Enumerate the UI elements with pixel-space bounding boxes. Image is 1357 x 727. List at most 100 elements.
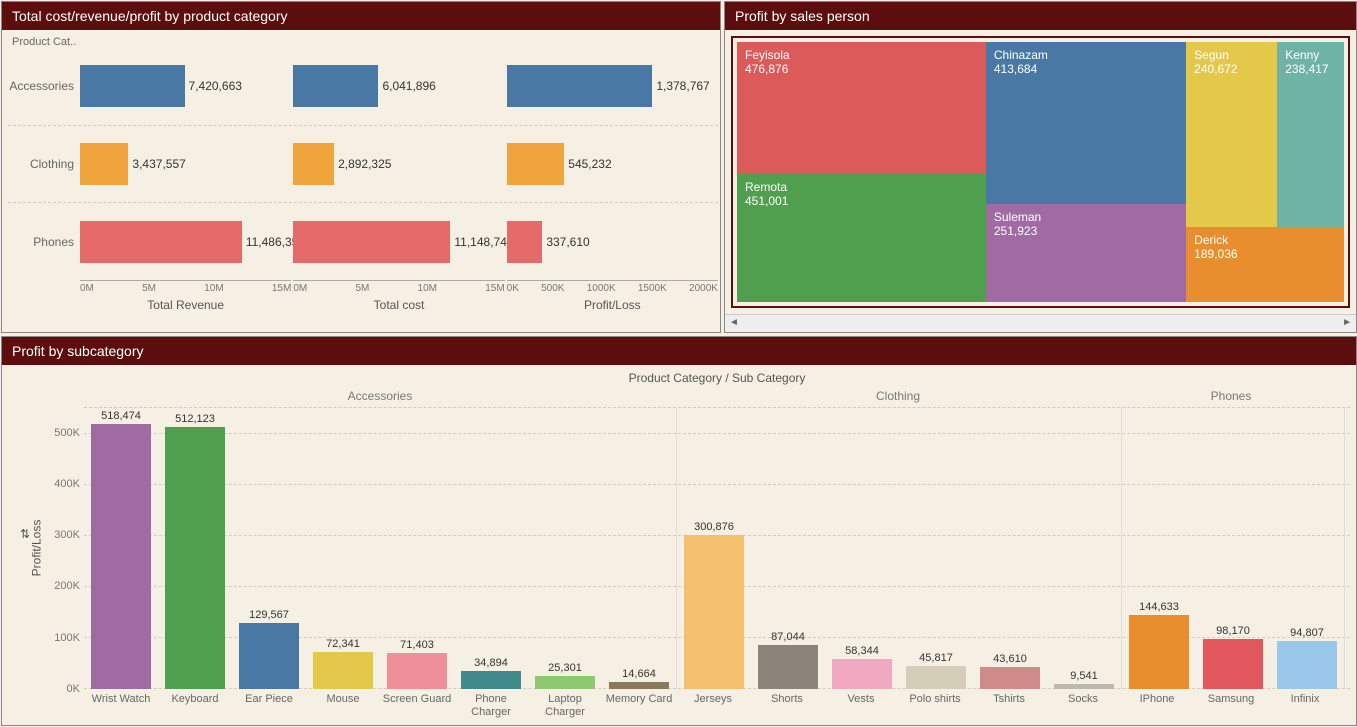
x-label: Mouse: [306, 693, 380, 721]
treemap-cell-name: Segun: [1194, 48, 1269, 62]
panel3-title: Profit by subcategory: [2, 337, 1356, 365]
x-label: IPhone: [1120, 693, 1194, 721]
axis-tick: 5M: [355, 283, 369, 294]
treemap-chart[interactable]: Feyisola476,876Remota451,001Chinazam413,…: [737, 42, 1344, 302]
bar-col-iphone: 144,633: [1122, 408, 1196, 689]
panel2-title: Profit by sales person: [725, 2, 1356, 30]
bar-value-label: 2,892,325: [338, 157, 391, 171]
bar-value-label: 337,610: [546, 235, 589, 249]
axis-title: Total Revenue: [80, 298, 291, 312]
bar-phones-profitloss[interactable]: 337,610: [507, 221, 543, 263]
bar-value: 25,301: [548, 662, 582, 674]
bar-phones-totalrevenue[interactable]: 11,486,355: [80, 221, 242, 263]
subcategory-chart[interactable]: Product Category / Sub Category Accessor…: [2, 365, 1356, 725]
category-chart[interactable]: Product Cat.. Accessories7,420,6636,041,…: [2, 30, 720, 332]
bar-col-mouse: 72,341: [306, 408, 380, 689]
axis-tick: 10M: [204, 283, 223, 294]
axis-tick: 500K: [541, 283, 564, 294]
bar-laptop-charger[interactable]: [535, 676, 595, 689]
bar-col-keyboard: 512,123: [158, 408, 232, 689]
bar-col-phone-charger: 34,894: [454, 408, 528, 689]
bar-keyboard[interactable]: [165, 427, 225, 689]
bar-polo-shirts[interactable]: [906, 666, 966, 689]
x-label: Phone Charger: [454, 693, 528, 721]
bar-mouse[interactable]: [313, 652, 373, 689]
bar-jerseys[interactable]: [684, 535, 744, 689]
treemap-cell-value: 238,417: [1285, 62, 1336, 76]
group-header-clothing: Clothing: [676, 385, 1120, 407]
category-row: Clothing3,437,557 2,892,325 545,232: [8, 126, 718, 204]
bar-col-socks: 9,541: [1047, 408, 1121, 689]
treemap-cell-feyisola[interactable]: Feyisola476,876: [737, 42, 986, 174]
treemap-cell-chinazam[interactable]: Chinazam413,684: [986, 42, 1186, 204]
treemap-cell-segun[interactable]: Segun240,672: [1186, 42, 1277, 227]
bar-value: 98,170: [1216, 625, 1250, 637]
treemap-cell-value: 189,036: [1194, 247, 1336, 261]
bar-clothing-totalcost[interactable]: 2,892,325: [293, 143, 334, 185]
bar-value: 94,807: [1290, 627, 1324, 639]
x-label: Laptop Charger: [528, 693, 602, 721]
bar-iphone[interactable]: [1129, 615, 1189, 689]
bar-screen-guard[interactable]: [387, 653, 447, 689]
bar-col-infinix: 94,807: [1270, 408, 1344, 689]
treemap-cell-value: 251,923: [994, 224, 1178, 238]
bar-value: 9,541: [1070, 670, 1098, 682]
axis-tick: 0K: [507, 283, 519, 294]
bar-ear-piece[interactable]: [239, 623, 299, 689]
bar-phones-totalcost[interactable]: 11,148,745: [293, 221, 450, 263]
x-label: Ear Piece: [232, 693, 306, 721]
x-label: Jerseys: [676, 693, 750, 721]
scroll-left-icon[interactable]: ◄: [729, 317, 739, 328]
axis-tick: 1500K: [638, 283, 667, 294]
axis-tick: 15M: [485, 283, 504, 294]
x-label: Tshirts: [972, 693, 1046, 721]
bar-col-samsung: 98,170: [1196, 408, 1270, 689]
panel-subcategory-chart: Profit by subcategory Product Category /…: [1, 336, 1357, 726]
bar-clothing-totalrevenue[interactable]: 3,437,557: [80, 143, 128, 185]
bar-phone-charger[interactable]: [461, 671, 521, 689]
bar-wrist-watch[interactable]: [91, 424, 151, 689]
treemap-scrollbar[interactable]: ◄ ►: [725, 314, 1356, 330]
scroll-right-icon[interactable]: ►: [1342, 317, 1352, 328]
bar-col-tshirts: 43,610: [973, 408, 1047, 689]
bar-col-ear-piece: 129,567: [232, 408, 306, 689]
subcategory-super-header: Product Category / Sub Category: [4, 369, 1350, 385]
x-label: Samsung: [1194, 693, 1268, 721]
bar-col-laptop-charger: 25,301: [528, 408, 602, 689]
bar-shorts[interactable]: [758, 645, 818, 689]
bar-value: 144,633: [1139, 601, 1179, 613]
bar-accessories-totalrevenue[interactable]: 7,420,663: [80, 65, 185, 107]
bar-clothing-profitloss[interactable]: 545,232: [507, 143, 565, 185]
axis-tick: 0M: [293, 283, 307, 294]
bar-vests[interactable]: [832, 659, 892, 689]
bar-col-vests: 58,344: [825, 408, 899, 689]
bar-samsung[interactable]: [1203, 639, 1263, 689]
x-label: Wrist Watch: [84, 693, 158, 721]
treemap-cell-suleman[interactable]: Suleman251,923: [986, 204, 1186, 302]
x-label: Infinix: [1268, 693, 1342, 721]
category-label: Clothing: [8, 157, 80, 171]
bar-accessories-totalcost[interactable]: 6,041,896: [293, 65, 378, 107]
bar-socks[interactable]: [1054, 684, 1114, 689]
bar-infinix[interactable]: [1277, 641, 1337, 689]
treemap-cell-value: 451,001: [745, 194, 978, 208]
treemap-cell-remota[interactable]: Remota451,001: [737, 174, 986, 302]
treemap-cell-kenny[interactable]: Kenny238,417: [1277, 42, 1344, 227]
axis-tick: 10M: [418, 283, 437, 294]
bar-col-memory-card: 14,664: [602, 408, 676, 689]
x-label: Socks: [1046, 693, 1120, 721]
y-tick: 500K: [54, 427, 80, 439]
bar-value: 45,817: [919, 652, 953, 664]
bar-value: 58,344: [845, 645, 879, 657]
treemap-cell-name: Chinazam: [994, 48, 1178, 62]
bar-memory-card[interactable]: [609, 682, 669, 689]
axis-tick: 15M: [272, 283, 291, 294]
axis-tick: 2000K: [689, 283, 718, 294]
treemap-cell-derick[interactable]: Derick189,036: [1186, 227, 1344, 302]
bar-accessories-profitloss[interactable]: 1,378,767: [507, 65, 653, 107]
bar-tshirts[interactable]: [980, 667, 1040, 689]
y-axis-label: Profit/Loss: [29, 520, 43, 577]
panel1-title: Total cost/revenue/profit by product cat…: [2, 2, 720, 30]
bar-value-label: 11,148,745: [454, 235, 513, 249]
treemap-cell-name: Suleman: [994, 210, 1178, 224]
